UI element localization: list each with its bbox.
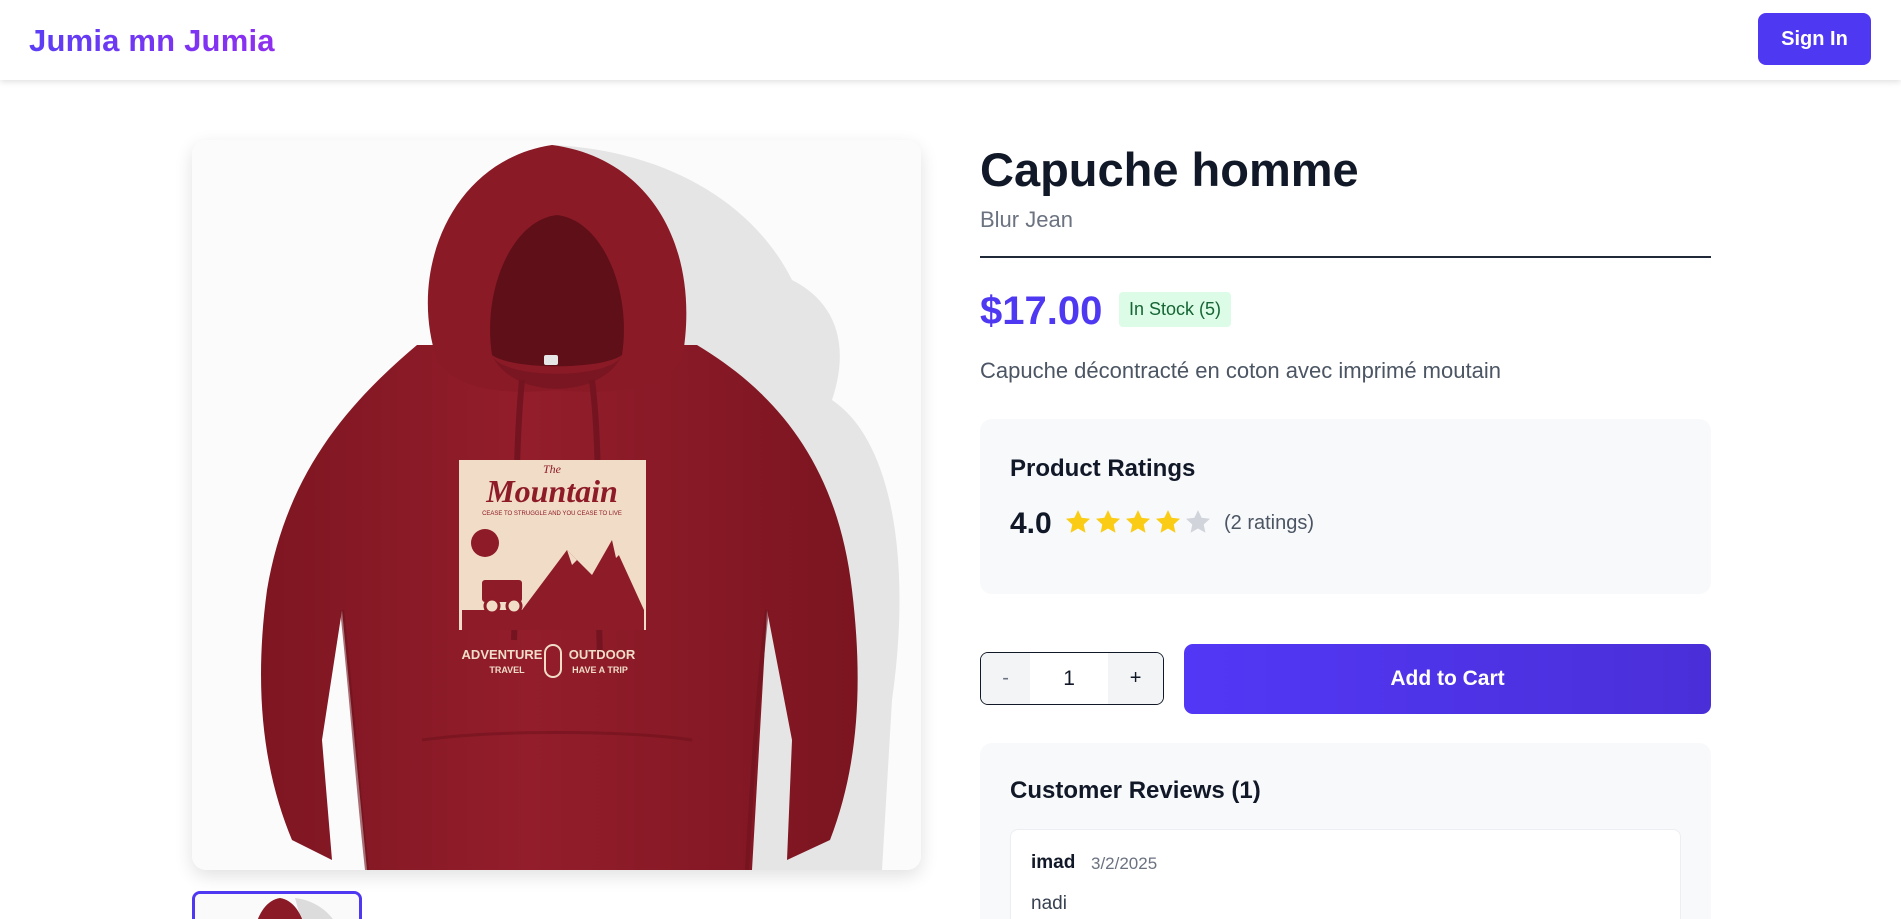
ratings-score: 4.0 — [1010, 507, 1052, 540]
star-filled-icon — [1065, 510, 1091, 533]
ratings-title: Product Ratings — [1010, 455, 1196, 482]
review-author: imad — [1031, 852, 1076, 873]
quantity-decrease-button[interactable]: - — [981, 653, 1031, 704]
star-filled-icon — [1155, 510, 1181, 533]
stock-badge: In Stock (5) — [1119, 292, 1232, 327]
site-logo[interactable]: Jumia mn Jumia — [29, 23, 275, 59]
review-text: nadi — [1031, 893, 1067, 914]
quantity-input[interactable] — [1030, 653, 1109, 704]
svg-text:HAVE A TRIP: HAVE A TRIP — [572, 665, 628, 675]
star-filled-icon — [1125, 510, 1151, 533]
review-item: imad 3/2/2025 nadi — [1010, 829, 1681, 919]
svg-text:ADVENTURE: ADVENTURE — [462, 647, 543, 662]
section-divider — [980, 256, 1711, 258]
product-brand: Blur Jean — [980, 207, 1073, 232]
product-thumbnail[interactable] — [192, 891, 362, 919]
quantity-increase-button[interactable]: + — [1108, 653, 1163, 704]
product-price: $17.00 — [980, 289, 1103, 333]
star-filled-icon — [1095, 510, 1121, 533]
svg-text:Mountain: Mountain — [485, 473, 618, 509]
svg-text:OUTDOOR: OUTDOOR — [569, 647, 636, 662]
star-rating — [1064, 508, 1212, 536]
add-to-cart-button[interactable]: Add to Cart — [1184, 644, 1711, 714]
ratings-count: (2 ratings) — [1224, 512, 1315, 534]
product-description: Capuche décontracté en coton avec imprim… — [980, 358, 1501, 383]
product-main-image: The Mountain CEASE TO STRUGGLE AND YOU C… — [192, 140, 921, 870]
svg-text:TRAVEL: TRAVEL — [489, 665, 525, 675]
review-date: 3/2/2025 — [1091, 854, 1158, 873]
product-ratings-card: Product Ratings 4.0 (2 ratings) — [980, 419, 1711, 594]
star-empty-icon — [1185, 510, 1211, 533]
reviews-title: Customer Reviews (1) — [1010, 777, 1261, 804]
top-navbar: Jumia mn Jumia Sign In — [0, 0, 1901, 80]
sign-in-button[interactable]: Sign In — [1758, 13, 1871, 65]
svg-text:CEASE TO STRUGGLE AND YOU CEAS: CEASE TO STRUGGLE AND YOU CEASE TO LIVE — [482, 511, 622, 517]
customer-reviews-card: Customer Reviews (1) imad 3/2/2025 nadi — [980, 743, 1711, 919]
quantity-stepper: - + — [980, 652, 1164, 705]
product-title: Capuche homme — [980, 143, 1359, 196]
